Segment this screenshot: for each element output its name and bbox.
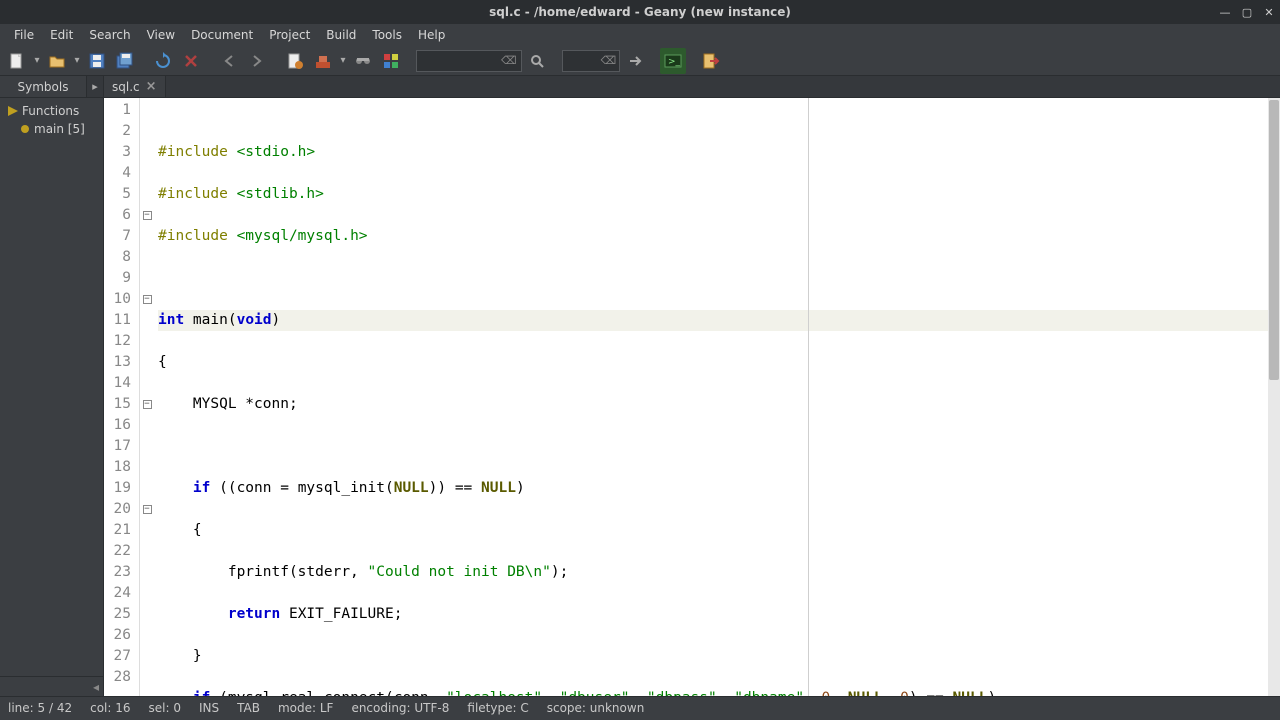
document-tabs: sql.c × — [104, 76, 1280, 98]
vertical-scrollbar[interactable] — [1268, 98, 1280, 696]
status-scope: scope: unknown — [547, 701, 645, 715]
sidebar-tab-more-icon[interactable]: ▸ — [87, 76, 103, 97]
status-encoding: encoding: UTF-8 — [351, 701, 449, 715]
new-file-button[interactable] — [4, 48, 30, 74]
new-dropdown-icon[interactable]: ▾ — [32, 55, 42, 66]
clear-goto-icon[interactable]: ⌫ — [601, 54, 617, 67]
function-icon — [20, 124, 30, 134]
quit-button[interactable] — [698, 48, 724, 74]
close-icon[interactable]: ✕ — [1262, 5, 1276, 19]
save-button[interactable] — [84, 48, 110, 74]
clear-find-icon[interactable]: ⌫ — [501, 54, 517, 67]
goto-input[interactable] — [567, 54, 601, 68]
statusbar: line: 5 / 42 col: 16 sel: 0 INS TAB mode… — [0, 696, 1280, 718]
reload-button[interactable] — [150, 48, 176, 74]
terminal-button[interactable]: >_ — [660, 48, 686, 74]
status-ins: INS — [199, 701, 219, 715]
save-all-button[interactable] — [112, 48, 138, 74]
status-filetype: filetype: C — [467, 701, 528, 715]
sidebar-tab-symbols[interactable]: Symbols — [0, 76, 87, 97]
find-input[interactable] — [421, 54, 501, 68]
open-dropdown-icon[interactable]: ▾ — [72, 55, 82, 66]
tab-sql-c[interactable]: sql.c × — [104, 76, 166, 97]
fold-icon[interactable]: − — [143, 295, 152, 304]
find-field[interactable]: ⌫ — [416, 50, 522, 72]
menu-project[interactable]: Project — [261, 25, 318, 45]
status-col: col: 16 — [90, 701, 130, 715]
minimize-icon[interactable]: — — [1218, 5, 1232, 19]
nav-back-button[interactable] — [216, 48, 242, 74]
tree-functions[interactable]: Functions — [2, 102, 101, 120]
fold-icon[interactable]: − — [143, 505, 152, 514]
open-file-button[interactable] — [44, 48, 70, 74]
window-title: sql.c - /home/edward - Geany (new instan… — [489, 5, 791, 19]
tab-close-icon[interactable]: × — [146, 79, 157, 94]
compile-button[interactable] — [282, 48, 308, 74]
menubar: File Edit Search View Document Project B… — [0, 24, 1280, 46]
status-tab: TAB — [237, 701, 260, 715]
menu-document[interactable]: Document — [183, 25, 261, 45]
titlebar: sql.c - /home/edward - Geany (new instan… — [0, 0, 1280, 24]
color-chooser-button[interactable] — [378, 48, 404, 74]
sidebar-collapse-icon[interactable]: ◂ — [93, 680, 99, 694]
status-line: line: 5 / 42 — [8, 701, 72, 715]
maximize-icon[interactable]: ▢ — [1240, 5, 1254, 19]
goto-field[interactable]: ⌫ — [562, 50, 620, 72]
long-line-marker — [808, 98, 809, 696]
line-gutter: 1234567891011121314151617181920212223242… — [104, 98, 140, 696]
menu-search[interactable]: Search — [81, 25, 138, 45]
menu-view[interactable]: View — [139, 25, 183, 45]
menu-file[interactable]: File — [6, 25, 42, 45]
fold-column: − − − − — [140, 98, 154, 696]
tab-label: sql.c — [112, 80, 140, 94]
fold-icon[interactable]: − — [143, 211, 152, 220]
menu-edit[interactable]: Edit — [42, 25, 81, 45]
build-dropdown-icon[interactable]: ▾ — [338, 55, 348, 66]
nav-forward-button[interactable] — [244, 48, 270, 74]
code-editor[interactable]: 1234567891011121314151617181920212223242… — [104, 98, 1280, 696]
close-file-button[interactable] — [178, 48, 204, 74]
code-content[interactable]: #include <stdio.h> #include <stdlib.h> #… — [154, 98, 1280, 696]
build-button[interactable] — [310, 48, 336, 74]
tree-main[interactable]: main [5] — [2, 120, 101, 138]
toolbar: ▾ ▾ ▾ ⌫ ⌫ >_ — [0, 46, 1280, 76]
find-button[interactable] — [524, 48, 550, 74]
status-sel: sel: 0 — [149, 701, 181, 715]
menu-build[interactable]: Build — [318, 25, 364, 45]
tree-label: main [5] — [34, 122, 85, 136]
sidebar: Symbols ▸ Functions main [5] ◂ — [0, 76, 104, 696]
status-mode: mode: LF — [278, 701, 333, 715]
run-button[interactable] — [350, 48, 376, 74]
scroll-thumb[interactable] — [1269, 100, 1279, 380]
svg-text:>_: >_ — [668, 57, 681, 67]
function-group-icon — [8, 106, 18, 116]
goto-button[interactable] — [622, 48, 648, 74]
menu-tools[interactable]: Tools — [364, 25, 410, 45]
menu-help[interactable]: Help — [410, 25, 453, 45]
fold-icon[interactable]: − — [143, 400, 152, 409]
tree-label: Functions — [22, 104, 79, 118]
